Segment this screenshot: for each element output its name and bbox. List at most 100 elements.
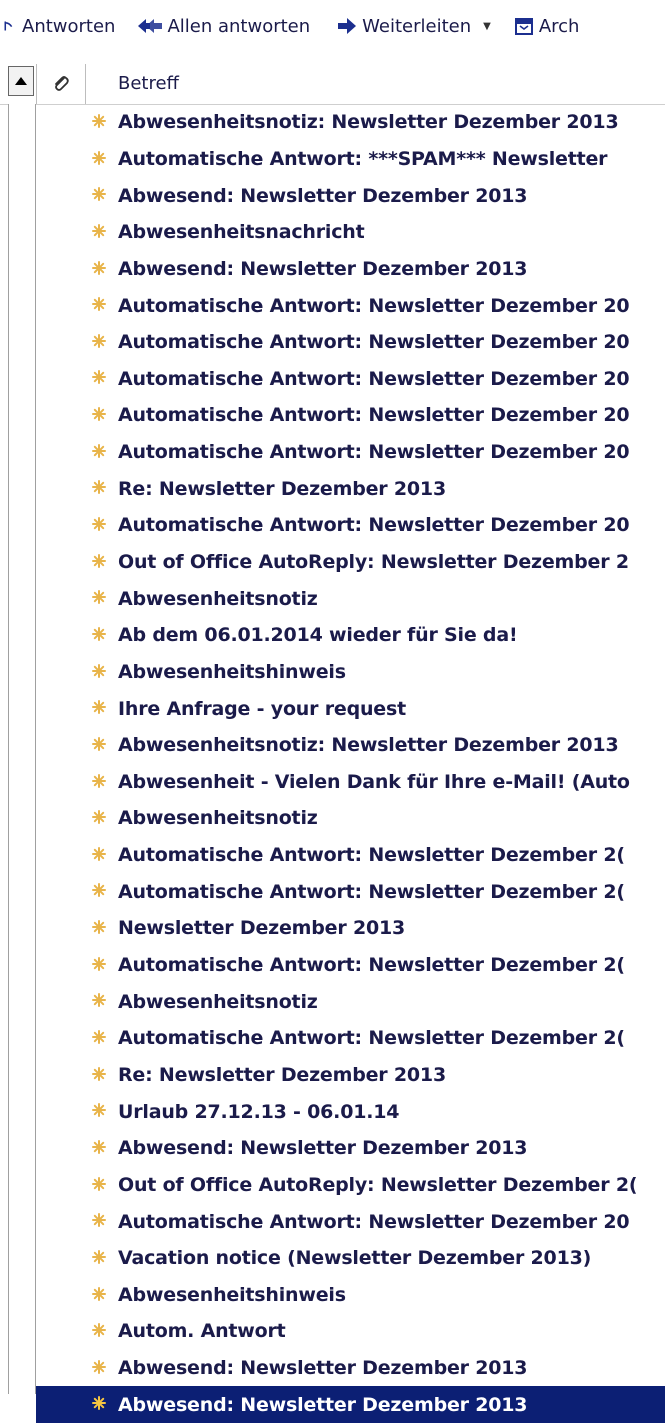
message-row[interactable]: Out of Office AutoReply: Newsletter Deze… bbox=[36, 544, 665, 581]
message-row[interactable]: Automatische Antwort: Newsletter Dezembe… bbox=[36, 947, 665, 984]
message-subject: Automatische Antwort: Newsletter Dezembe… bbox=[118, 367, 630, 390]
starred-flag-icon[interactable] bbox=[92, 187, 106, 202]
message-subject: Abwesend: Newsletter Dezember 2013 bbox=[118, 1393, 528, 1416]
starred-flag-icon[interactable] bbox=[92, 480, 106, 495]
message-row[interactable]: Automatische Antwort: Newsletter Dezembe… bbox=[36, 837, 665, 874]
starred-flag-icon[interactable] bbox=[92, 883, 106, 898]
message-subject: Automatische Antwort: Newsletter Dezembe… bbox=[118, 1027, 625, 1050]
message-subject: Abwesenheitsnotiz bbox=[118, 990, 318, 1013]
message-row[interactable]: Abwesenheit - Vielen Dank für Ihre e-Mai… bbox=[36, 764, 665, 801]
message-row[interactable]: Urlaub 27.12.13 - 06.01.14 bbox=[36, 1093, 665, 1130]
starred-flag-icon[interactable] bbox=[92, 590, 106, 605]
subject-column-header[interactable]: Betreff bbox=[118, 73, 179, 94]
message-subject: Automatische Antwort: Newsletter Dezembe… bbox=[118, 880, 625, 903]
message-row[interactable]: Automatische Antwort: Newsletter Dezembe… bbox=[36, 434, 665, 471]
message-subject: Automatische Antwort: Newsletter Dezembe… bbox=[118, 294, 630, 317]
starred-flag-icon[interactable] bbox=[92, 1139, 106, 1154]
message-row[interactable]: Abwesend: Newsletter Dezember 2013 bbox=[36, 1350, 665, 1387]
starred-flag-icon[interactable] bbox=[92, 993, 106, 1008]
message-row[interactable]: Re: Newsletter Dezember 2013 bbox=[36, 1057, 665, 1094]
message-row[interactable]: Abwesenheitshinweis bbox=[36, 1277, 665, 1314]
message-row[interactable]: Automatische Antwort: Newsletter Dezembe… bbox=[36, 1203, 665, 1240]
starred-flag-icon[interactable] bbox=[92, 1213, 106, 1228]
dropdown-caret-icon[interactable]: ▼ bbox=[483, 21, 491, 32]
message-row[interactable]: Newsletter Dezember 2013 bbox=[36, 910, 665, 947]
message-subject: Abwesenheitsnotiz: Newsletter Dezember 2… bbox=[118, 111, 619, 134]
message-row[interactable]: Automatische Antwort: Newsletter Dezembe… bbox=[36, 507, 665, 544]
starred-flag-icon[interactable] bbox=[92, 1359, 106, 1374]
starred-flag-icon[interactable] bbox=[92, 626, 106, 641]
message-row[interactable]: Abwesend: Newsletter Dezember 2013 bbox=[36, 251, 665, 288]
reply-all-label: Allen antworten bbox=[167, 15, 311, 37]
starred-flag-icon[interactable] bbox=[92, 773, 106, 788]
starred-flag-icon[interactable] bbox=[92, 333, 106, 348]
message-row[interactable]: Automatische Antwort: ***SPAM*** Newslet… bbox=[36, 141, 665, 178]
message-row[interactable]: Abwesenheitshinweis bbox=[36, 654, 665, 691]
message-row[interactable]: Out of Office AutoReply: Newsletter Deze… bbox=[36, 1167, 665, 1204]
starred-flag-icon[interactable] bbox=[92, 956, 106, 971]
starred-flag-icon[interactable] bbox=[92, 114, 106, 128]
starred-flag-icon[interactable] bbox=[92, 1176, 106, 1191]
starred-flag-icon[interactable] bbox=[92, 260, 106, 275]
starred-flag-icon[interactable] bbox=[92, 1103, 106, 1118]
message-row[interactable]: Abwesenheitsnotiz: Newsletter Dezember 2… bbox=[36, 727, 665, 764]
message-row[interactable]: Abwesend: Newsletter Dezember 2013 bbox=[36, 177, 665, 214]
message-subject: Out of Office AutoReply: Newsletter Deze… bbox=[118, 551, 629, 573]
message-row[interactable]: Ab dem 06.01.2014 wieder für Sie da! bbox=[36, 617, 665, 654]
message-row[interactable]: Vacation notice (Newsletter Dezember 201… bbox=[36, 1240, 665, 1277]
starred-flag-icon[interactable] bbox=[92, 1286, 106, 1301]
message-row[interactable]: Abwesend: Newsletter Dezember 2013 bbox=[36, 1386, 665, 1423]
message-subject: Vacation notice (Newsletter Dezember 201… bbox=[118, 1247, 592, 1270]
starred-flag-icon[interactable] bbox=[92, 407, 106, 422]
starred-flag-icon[interactable] bbox=[92, 370, 106, 385]
message-row[interactable]: Re: Newsletter Dezember 2013 bbox=[36, 470, 665, 507]
reply-all-button[interactable]: Allen antworten bbox=[137, 6, 310, 46]
attachment-column-header[interactable] bbox=[36, 64, 86, 104]
message-row[interactable]: Ihre Anfrage - your request bbox=[36, 690, 665, 727]
message-row[interactable]: Abwesenheitsnachricht bbox=[36, 214, 665, 251]
forward-button[interactable]: Weiterleiten bbox=[336, 6, 471, 46]
starred-flag-icon[interactable] bbox=[92, 920, 106, 935]
message-row[interactable]: Automatische Antwort: Newsletter Dezembe… bbox=[36, 324, 665, 361]
reply-arrow-icon bbox=[4, 21, 13, 31]
starred-flag-icon[interactable] bbox=[92, 443, 106, 458]
starred-flag-icon[interactable] bbox=[92, 297, 106, 312]
message-subject: Abwesenheitsnotiz bbox=[118, 587, 318, 610]
starred-flag-icon[interactable] bbox=[92, 1323, 106, 1338]
message-row[interactable]: Automatische Antwort: Newsletter Dezembe… bbox=[36, 397, 665, 434]
reply-all-arrows-icon bbox=[138, 19, 163, 33]
message-subject: Abwesend: Newsletter Dezember 2013 bbox=[118, 184, 528, 207]
starred-flag-icon[interactable] bbox=[92, 1249, 106, 1264]
message-row[interactable]: Abwesend: Newsletter Dezember 2013 bbox=[36, 1130, 665, 1167]
starred-flag-icon[interactable] bbox=[92, 517, 106, 532]
starred-flag-icon[interactable] bbox=[92, 150, 106, 165]
reply-button[interactable]: Antworten bbox=[4, 6, 115, 46]
starred-flag-icon[interactable] bbox=[92, 736, 106, 751]
archive-button[interactable]: Arch bbox=[513, 6, 579, 46]
starred-flag-icon[interactable] bbox=[92, 700, 106, 715]
starred-flag-icon[interactable] bbox=[92, 663, 106, 678]
message-row[interactable]: Autom. Antwort bbox=[36, 1313, 665, 1350]
message-row[interactable]: Abwesenheitsnotiz bbox=[36, 800, 665, 837]
paperclip-icon bbox=[55, 76, 69, 91]
message-subject: Automatische Antwort: Newsletter Dezembe… bbox=[118, 514, 630, 537]
message-subject: Abwesenheitsnachricht bbox=[118, 221, 365, 244]
starred-flag-icon[interactable] bbox=[92, 223, 106, 238]
archive-box-icon bbox=[514, 18, 533, 35]
starred-flag-icon[interactable] bbox=[92, 846, 106, 861]
starred-flag-icon[interactable] bbox=[92, 810, 106, 825]
starred-flag-icon[interactable] bbox=[92, 1066, 106, 1081]
message-subject: Re: Newsletter Dezember 2013 bbox=[118, 477, 446, 500]
message-row[interactable]: Automatische Antwort: Newsletter Dezembe… bbox=[36, 287, 665, 324]
message-row[interactable]: Abwesenheitsnotiz: Newsletter Dezember 2… bbox=[36, 104, 665, 141]
message-row[interactable]: Abwesenheitsnotiz bbox=[36, 580, 665, 617]
sort-button[interactable] bbox=[8, 66, 34, 96]
message-subject: Automatische Antwort: Newsletter Dezembe… bbox=[118, 1210, 630, 1233]
message-row[interactable]: Automatische Antwort: Newsletter Dezembe… bbox=[36, 1020, 665, 1057]
message-row[interactable]: Abwesenheitsnotiz bbox=[36, 983, 665, 1020]
starred-flag-icon[interactable] bbox=[92, 553, 106, 568]
message-row[interactable]: Automatische Antwort: Newsletter Dezembe… bbox=[36, 873, 665, 910]
message-row[interactable]: Automatische Antwort: Newsletter Dezembe… bbox=[36, 360, 665, 397]
starred-flag-icon[interactable] bbox=[92, 1030, 106, 1045]
starred-flag-icon[interactable] bbox=[92, 1396, 106, 1411]
